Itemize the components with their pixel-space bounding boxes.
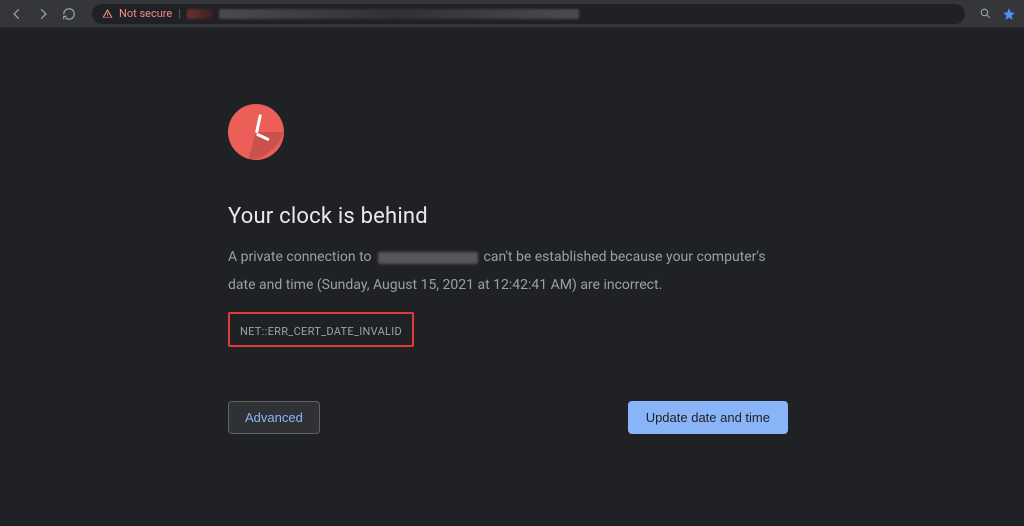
update-date-time-button[interactable]: Update date and time bbox=[628, 401, 788, 434]
error-body: A private connection to can't be establi… bbox=[228, 247, 788, 269]
bookmark-star-icon[interactable] bbox=[1002, 7, 1016, 21]
warning-icon bbox=[102, 8, 113, 19]
not-secure-label: Not secure bbox=[119, 7, 172, 20]
address-bar[interactable]: Not secure | bbox=[92, 4, 965, 24]
url-redacted bbox=[219, 9, 579, 19]
url-scheme-redacted bbox=[187, 9, 213, 19]
browser-toolbar: Not secure | bbox=[0, 0, 1024, 28]
back-button[interactable] bbox=[8, 5, 26, 23]
error-body-prefix: A private connection to bbox=[228, 247, 372, 269]
button-row: Advanced Update date and time bbox=[228, 401, 788, 434]
error-code-highlight: NET::ERR_CERT_DATE_INVALID bbox=[228, 312, 414, 347]
advanced-button[interactable]: Advanced bbox=[228, 401, 320, 434]
error-interstitial: Your clock is behind A private connectio… bbox=[228, 104, 788, 434]
error-heading: Your clock is behind bbox=[228, 204, 788, 229]
clock-icon bbox=[228, 104, 284, 160]
forward-button[interactable] bbox=[34, 5, 52, 23]
reload-button[interactable] bbox=[60, 5, 78, 23]
error-code: NET::ERR_CERT_DATE_INVALID bbox=[240, 325, 402, 338]
error-body-line2: date and time (Sunday, August 15, 2021 a… bbox=[228, 275, 788, 297]
error-body-suffix-2: date and time (Sunday, August 15, 2021 a… bbox=[228, 275, 662, 297]
domain-redacted bbox=[378, 252, 478, 264]
error-body-suffix-1: can't be established because your comput… bbox=[484, 247, 766, 269]
toolbar-right bbox=[979, 7, 1016, 21]
zoom-icon[interactable] bbox=[979, 7, 992, 20]
separator: | bbox=[178, 7, 181, 20]
